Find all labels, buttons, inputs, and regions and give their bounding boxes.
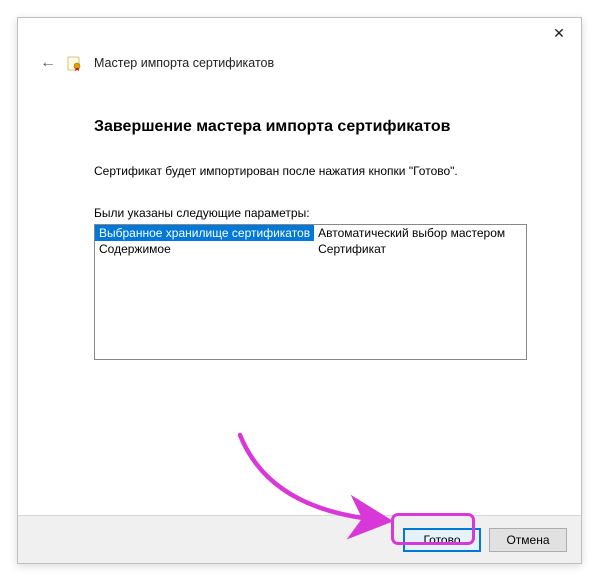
wizard-footer: Готово Отмена [18, 515, 581, 563]
wizard-header: ← Мастер импорта сертификатов [18, 48, 581, 72]
wizard-title: Мастер импорта сертификатов [94, 56, 274, 70]
cancel-button[interactable]: Отмена [489, 528, 567, 552]
param-value: Автоматический выбор мастером [314, 225, 526, 241]
parameters-listbox[interactable]: Выбранное хранилище сертификатовАвтомати… [94, 224, 527, 360]
finish-button[interactable]: Готово [403, 528, 481, 552]
parameters-label: Были указаны следующие параметры: [94, 206, 523, 220]
certificate-wizard-icon [66, 54, 84, 72]
table-row[interactable]: СодержимоеСертификат [95, 241, 526, 257]
param-key: Содержимое [95, 241, 314, 257]
wizard-window: ✕ ← Мастер импорта сертификатов Завершен… [17, 17, 582, 564]
wizard-content: Завершение мастера импорта сертификатов … [18, 72, 581, 360]
param-value: Сертификат [314, 241, 526, 257]
parameters-table: Выбранное хранилище сертификатовАвтомати… [95, 225, 526, 257]
page-description: Сертификат будет импортирован после нажа… [94, 164, 523, 178]
param-key: Выбранное хранилище сертификатов [95, 225, 314, 241]
back-arrow-icon[interactable]: ← [40, 55, 56, 71]
page-heading: Завершение мастера импорта сертификатов [94, 118, 523, 136]
close-button[interactable]: ✕ [539, 20, 579, 46]
titlebar: ✕ [18, 18, 581, 48]
table-row[interactable]: Выбранное хранилище сертификатовАвтомати… [95, 225, 526, 241]
close-icon: ✕ [553, 25, 565, 42]
